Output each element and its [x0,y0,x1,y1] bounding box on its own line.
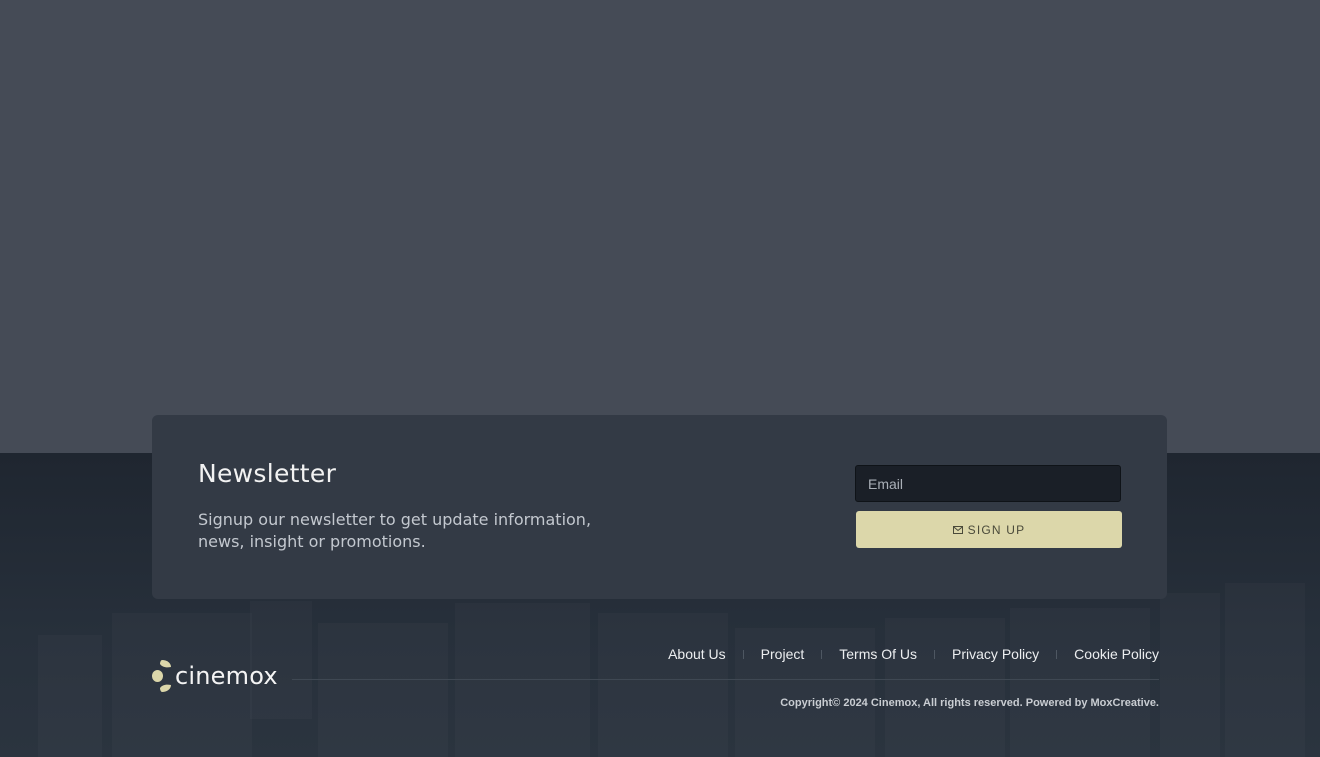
email-input[interactable] [855,465,1121,502]
copyright-text: Copyright© 2024 Cinemox, All rights rese… [780,697,1159,709]
signup-button-label: SIGN UP [967,522,1026,537]
signup-button[interactable]: SIGN UP [856,511,1122,548]
footer-link-privacy-policy[interactable]: Privacy Policy [952,646,1039,662]
footer-link-project[interactable]: Project [761,646,805,662]
newsletter-card: Newsletter Signup our newsletter to get … [152,415,1167,599]
mail-icon [952,525,963,534]
logo[interactable]: cinemox [152,659,278,693]
newsletter-title: Newsletter [198,459,337,488]
footer-divider [292,679,1159,680]
hero-area [0,0,1320,453]
cinemox-logo-mark-icon [152,660,171,692]
nav-separator [742,649,744,659]
footer-link-terms[interactable]: Terms Of Us [839,646,917,662]
footer-link-about-us[interactable]: About Us [668,646,726,662]
newsletter-description: Signup our newsletter to get update info… [198,510,592,551]
nav-separator [934,649,936,659]
page: Newsletter Signup our newsletter to get … [0,0,1320,757]
footer-nav: About Us Project Terms Of Us Privacy Pol… [668,646,1159,662]
nav-separator [1056,649,1058,659]
brand-name: cinemox [175,662,278,690]
nav-separator [821,649,823,659]
footer-link-cookie-policy[interactable]: Cookie Policy [1074,646,1159,662]
